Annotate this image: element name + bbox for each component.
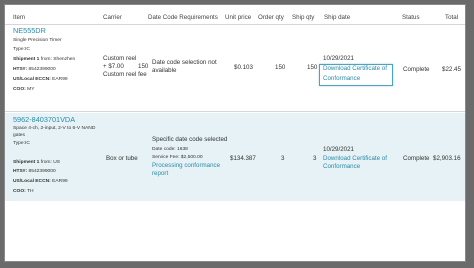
header-date-code: Date Code Requirements	[148, 14, 218, 21]
carrier-reel: Custom reel	[103, 55, 137, 62]
item-type: Type:IC	[13, 141, 30, 146]
ship-qty: 150	[307, 64, 318, 71]
part-number-link[interactable]: 5962-8403701VDA	[13, 115, 75, 124]
ship-date: 10/29/2021	[323, 146, 354, 153]
download-certificate-link-2[interactable]: Conformance	[323, 75, 360, 83]
processing-conformance-link-2[interactable]: report	[152, 170, 168, 178]
header-item: Item	[13, 14, 26, 21]
carrier-method: Box or tube	[106, 155, 138, 162]
header-carrier: Carrier	[103, 14, 122, 21]
carrier-reel-fee-label: Custom reel fee	[103, 71, 147, 78]
row-divider	[5, 111, 465, 112]
header-ship-date: Ship date	[324, 14, 351, 21]
unit-price: $134.387	[230, 155, 256, 162]
item-description: Space 4-ch, 2-input, 2-V to 6-V NAND	[13, 126, 96, 131]
item-type: Type:IC	[13, 47, 30, 52]
row-total: $22.45	[442, 66, 461, 73]
download-certificate-link[interactable]: Download Certificate of	[323, 155, 387, 163]
eccn-code: US/Local ECCN: EAR99	[13, 179, 68, 184]
date-code-note-2: available	[152, 67, 177, 74]
date-code-note: Specific date code selected	[152, 136, 228, 143]
item-description: Single Precision Timer	[13, 38, 62, 43]
part-number-link[interactable]: NE555DR	[13, 26, 46, 35]
processing-conformance-link[interactable]: Processing conformance	[152, 162, 220, 170]
hts-code: HTS#: 8542399000	[13, 169, 56, 174]
unit-price: $0.103	[234, 64, 253, 71]
carrier-qty: 150	[138, 63, 149, 70]
row-total: $2,903.16	[433, 155, 461, 162]
item-description-2: gates	[13, 133, 25, 138]
ship-qty: 3	[313, 155, 317, 162]
header-ship-qty: Ship qty	[292, 14, 315, 21]
status-label: Complete	[403, 155, 430, 162]
date-code-detail: Date code: 1638	[152, 147, 188, 152]
status-label: Complete	[403, 66, 430, 73]
download-certificate-link[interactable]: Download Certificate of	[323, 65, 387, 73]
header-unit-price: Unit price	[225, 14, 252, 21]
shipment-info: Shipment 1 from: US	[13, 160, 61, 165]
shipment-info: Shipment 1 from: Shenzhen	[13, 57, 76, 62]
header-status: Status	[402, 14, 420, 21]
order-qty: 3	[281, 155, 285, 162]
coo-code: COO: MY	[13, 87, 35, 92]
download-certificate-link-2[interactable]: Conformance	[323, 163, 360, 171]
header-divider	[5, 24, 465, 25]
order-items-table: Item Carrier Date Code Requirements Unit…	[4, 4, 466, 262]
hts-code: HTS#: 8542399000	[13, 67, 56, 72]
header-order-qty: Order qty	[258, 14, 284, 21]
carrier-reel-fee: + $7.00	[103, 63, 124, 70]
service-fee: Service Fee: $2,500.00	[152, 155, 203, 160]
order-qty: 150	[275, 64, 286, 71]
header-total: Total	[445, 14, 459, 21]
eccn-code: US/Local ECCN: EAR99	[13, 77, 68, 82]
date-code-note: Date code selection not	[152, 59, 217, 66]
ship-date: 10/29/2021	[323, 55, 354, 62]
coo-code: COO: TH	[13, 189, 34, 194]
